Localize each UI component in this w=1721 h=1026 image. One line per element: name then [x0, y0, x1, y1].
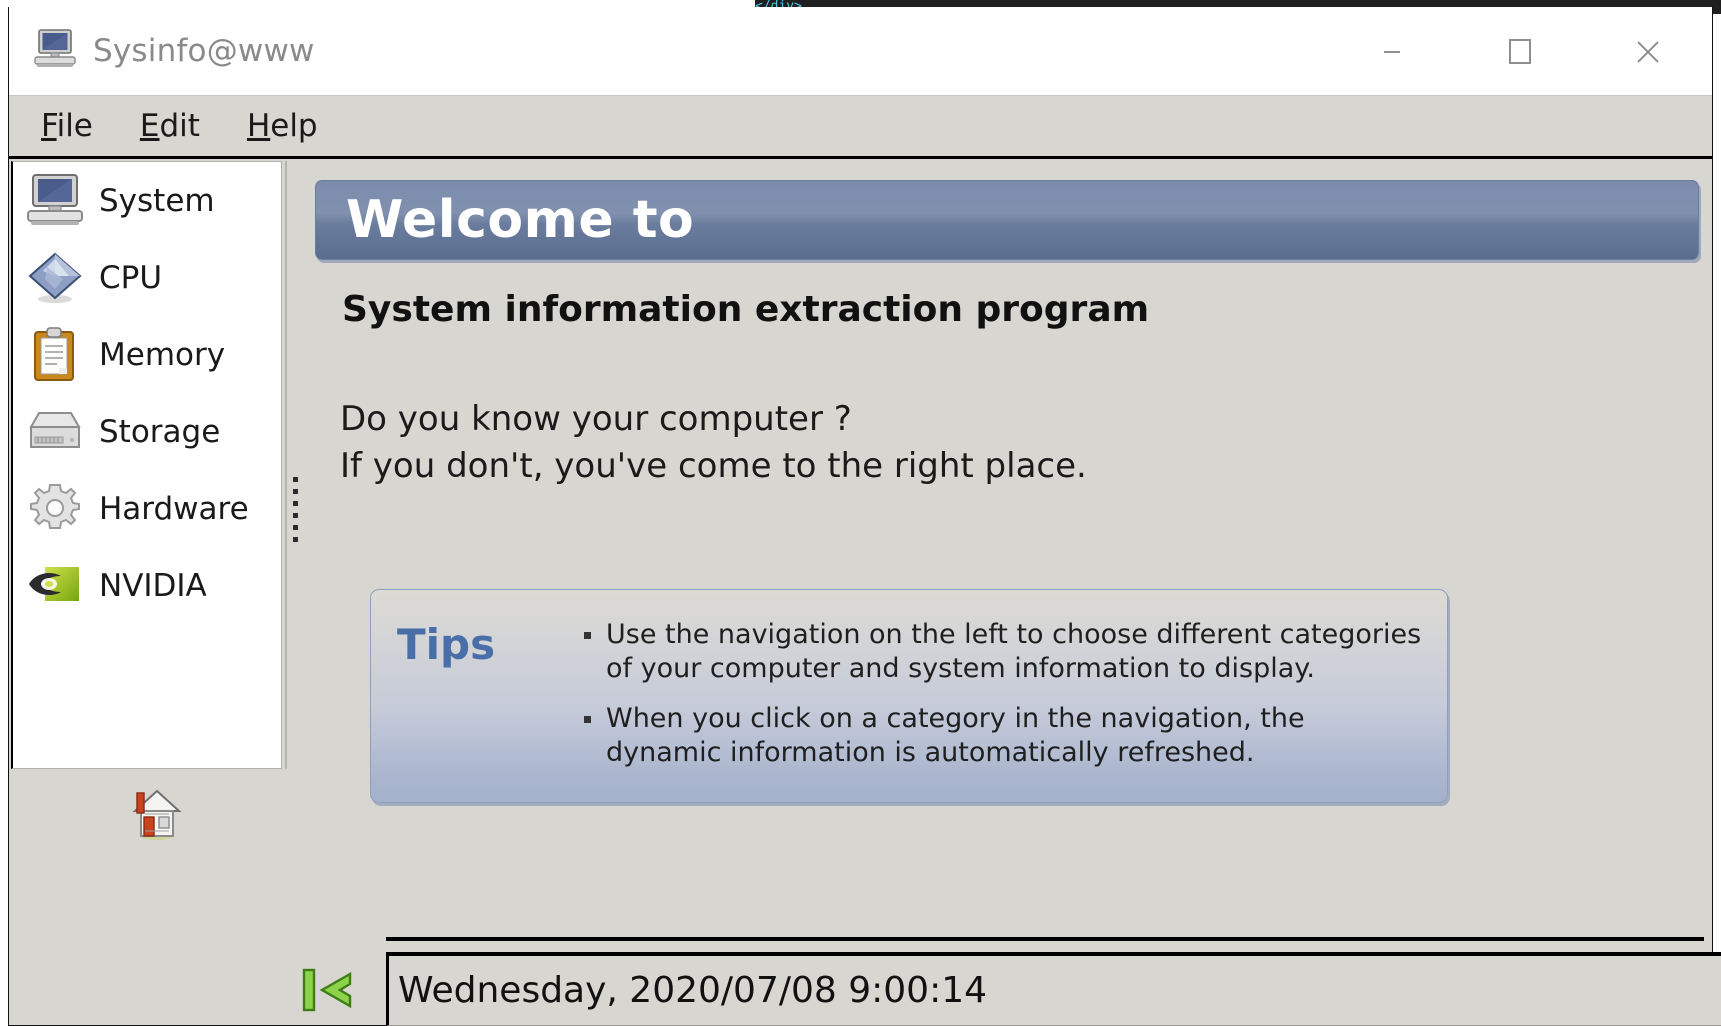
home-icon [132, 789, 182, 840]
intro-line-2: If you don't, you've come to the right p… [340, 446, 1087, 486]
window-body: System CPU Memory Storage Hardware NVIDI… [9, 159, 1721, 1026]
intro-line-1: Do you know your computer ? [340, 399, 852, 439]
sidebar-region: System CPU Memory Storage Hardware NVIDI… [9, 159, 298, 1025]
tips-list-item: Use the navigation on the left to choose… [584, 618, 1427, 686]
page-subtitle: System information extraction program [342, 289, 1150, 330]
clipboard-icon [25, 326, 85, 384]
datetime-value: Wednesday, 2020/07/08 9:00:14 [398, 970, 988, 1011]
menu-file-mnemonic: F [41, 108, 57, 144]
tips-label: Tips [397, 620, 496, 669]
sidebar-item-cpu[interactable]: CPU [13, 239, 281, 316]
sidebar-item-nvidia[interactable]: NVIDIA [13, 547, 281, 624]
computer-icon [25, 172, 85, 230]
menu-edit-rest: dit [159, 108, 200, 144]
tips-list-item: When you click on a category in the navi… [584, 702, 1427, 770]
nvidia-logo-icon [25, 557, 85, 615]
status-bar: Wednesday, 2020/07/08 9:00:14 [282, 940, 1721, 1026]
application-window: Sysinfo@www File Edit Help System CPU Me… [8, 7, 1721, 1026]
menu-item-edit[interactable]: Edit [140, 108, 200, 144]
sidebar-item-storage[interactable]: Storage [13, 393, 281, 470]
window-controls [1328, 7, 1712, 96]
sidebar-item-system[interactable]: System [13, 162, 281, 239]
menu-item-help[interactable]: Help [247, 108, 318, 144]
maximize-button[interactable] [1456, 7, 1584, 96]
close-icon [1634, 38, 1662, 66]
menu-file-rest: ile [56, 108, 93, 144]
main-content: Welcome to System information extraction… [282, 159, 1721, 1026]
sidebar-item-label: CPU [99, 259, 163, 296]
gear-icon [25, 480, 85, 538]
menu-item-file[interactable]: File [41, 108, 93, 144]
tips-list: Use the navigation on the left to choose… [582, 618, 1427, 782]
minimize-icon [1384, 50, 1400, 53]
back-button[interactable] [300, 962, 354, 1018]
hard-drive-icon [25, 403, 85, 461]
close-button[interactable] [1584, 7, 1712, 96]
navigation-sidebar: System CPU Memory Storage Hardware NVIDI… [11, 161, 282, 769]
datetime-field[interactable]: Wednesday, 2020/07/08 9:00:14 [386, 952, 1721, 1026]
menu-edit-mnemonic: E [139, 108, 160, 144]
window-titlebar[interactable]: Sysinfo@www [9, 7, 1712, 96]
window-title: Sysinfo@www [93, 33, 315, 69]
back-arrow-icon [302, 968, 352, 1012]
sidebar-item-label: Hardware [99, 490, 249, 527]
menu-help-mnemonic: H [246, 108, 271, 144]
menu-help-rest: elp [270, 108, 318, 144]
home-button[interactable] [131, 787, 183, 841]
tips-panel: Tips Use the navigation on the left to c… [370, 589, 1448, 803]
menubar: File Edit Help [9, 96, 1712, 159]
welcome-banner: Welcome to [315, 180, 1699, 260]
sidebar-item-hardware[interactable]: Hardware [13, 470, 281, 547]
cpu-diamond-icon [25, 249, 85, 307]
sidebar-item-memory[interactable]: Memory [13, 316, 281, 393]
sidebar-item-label: NVIDIA [99, 567, 207, 604]
sidebar-item-label: System [99, 182, 215, 219]
intro-text: Do you know your computer ? If you don't… [340, 396, 1087, 490]
titlebar-left-group: Sysinfo@www [9, 28, 315, 74]
sidebar-item-label: Storage [99, 413, 221, 450]
sidebar-item-label: Memory [99, 336, 226, 373]
welcome-banner-title: Welcome to [346, 190, 695, 250]
minimize-button[interactable] [1328, 7, 1456, 96]
computer-icon [33, 28, 77, 74]
maximize-icon [1509, 39, 1531, 64]
